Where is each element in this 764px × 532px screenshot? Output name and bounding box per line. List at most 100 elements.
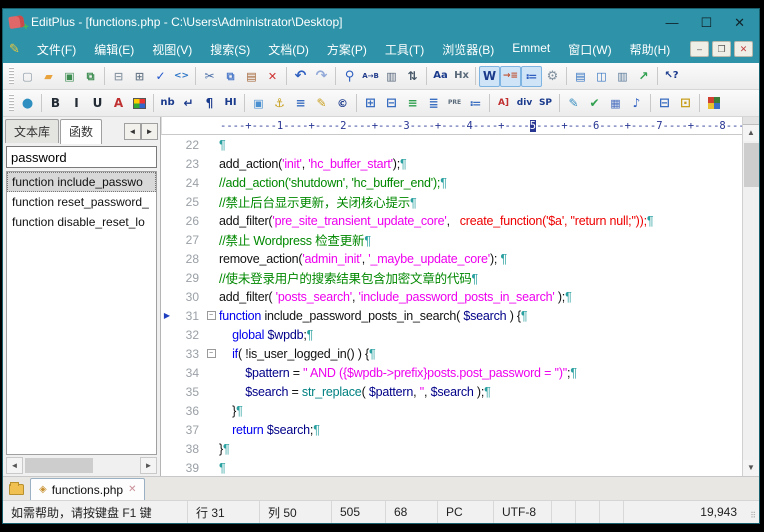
- editor-vscrollbar[interactable]: ▲ ▼: [742, 117, 759, 476]
- menu-浏览器b[interactable]: 浏览器(B): [433, 37, 503, 62]
- code-line[interactable]: 22¶: [161, 135, 742, 154]
- list-button[interactable]: ≔: [465, 93, 486, 114]
- paragraph-button[interactable]: ¶: [199, 93, 220, 114]
- toolbar-grip[interactable]: [9, 94, 14, 112]
- preformatted-button[interactable]: PRE: [444, 93, 465, 114]
- code-line[interactable]: 36 }¶: [161, 401, 742, 420]
- table-properties-button[interactable]: ⊟: [381, 93, 402, 114]
- code-line[interactable]: 35 $search = str_replace( $pattern, '', …: [161, 382, 742, 401]
- music-button[interactable]: ♪: [626, 93, 647, 114]
- line-numbers-button[interactable]: ≔: [521, 66, 542, 87]
- window-list-button[interactable]: ◫: [591, 66, 612, 87]
- heading-button[interactable]: HI: [220, 93, 241, 114]
- toolbar-grip[interactable]: [9, 67, 14, 85]
- tab-close-icon[interactable]: ✕: [128, 484, 136, 495]
- document-tab-functions-php[interactable]: ◈ functions.php ✕: [30, 478, 145, 500]
- print-preview-button[interactable]: ⊟: [108, 66, 129, 87]
- spell-check-button[interactable]: ✓: [150, 66, 171, 87]
- vscroll-thumb[interactable]: [744, 143, 759, 187]
- code-line[interactable]: 24//add_action('shutdown', 'hc_buffer_en…: [161, 173, 742, 192]
- function-list-item[interactable]: function reset_password_: [7, 192, 156, 212]
- menu-文件f[interactable]: 文件(F): [28, 37, 85, 62]
- paste-button[interactable]: ▤: [241, 66, 262, 87]
- hscroll-left-arrow[interactable]: ◄: [6, 457, 23, 474]
- menu-工具t[interactable]: 工具(T): [376, 37, 433, 62]
- word-wrap-button[interactable]: W: [479, 66, 500, 87]
- copy-button[interactable]: ⧉: [220, 66, 241, 87]
- browser-window-button[interactable]: ▥: [612, 66, 633, 87]
- fold-collapse-icon[interactable]: −: [203, 349, 219, 358]
- form-field-button[interactable]: ⊟: [654, 93, 675, 114]
- replace-button[interactable]: A→B: [360, 66, 381, 87]
- menu-编辑e[interactable]: 编辑(E): [85, 37, 143, 62]
- bold-button[interactable]: B: [45, 93, 66, 114]
- hscroll-thumb[interactable]: [25, 458, 93, 473]
- code-line[interactable]: 34 $pattern = " AND ({$wpdb->prefix}post…: [161, 363, 742, 382]
- hex-view-button[interactable]: Hx: [451, 66, 472, 87]
- close-button[interactable]: ✕: [734, 16, 745, 29]
- menu-视图v[interactable]: 视图(V): [143, 37, 201, 62]
- code-line[interactable]: 29//使未登录用户的搜索结果包含加密文章的代码¶: [161, 268, 742, 287]
- menu-方案p[interactable]: 方案(P): [318, 37, 376, 62]
- code-cleanup-button[interactable]: <>: [171, 66, 192, 87]
- split-handle[interactable]: [743, 117, 759, 125]
- div-button[interactable]: div: [514, 93, 535, 114]
- copyright-button[interactable]: ©: [332, 93, 353, 114]
- mdi-close-button[interactable]: ✕: [734, 41, 753, 57]
- preferences-button[interactable]: ⚙: [542, 66, 563, 87]
- browser-button[interactable]: ●: [17, 93, 38, 114]
- table-button[interactable]: ⊞: [360, 93, 381, 114]
- script-edit-button[interactable]: ✎: [563, 93, 584, 114]
- underline-button[interactable]: U: [87, 93, 108, 114]
- image-button[interactable]: ▣: [248, 93, 269, 114]
- vscroll-up-arrow[interactable]: ▲: [743, 125, 759, 141]
- find-button[interactable]: ⚲: [339, 66, 360, 87]
- code-line[interactable]: 30add_filter( 'posts_search', 'include_p…: [161, 287, 742, 306]
- code-line[interactable]: 32 global $wpdb;¶: [161, 325, 742, 344]
- mdi-restore-button[interactable]: ❒: [712, 41, 731, 57]
- check-syntax-button[interactable]: ✔: [584, 93, 605, 114]
- fold-collapse-icon[interactable]: −: [203, 311, 219, 320]
- resize-grip[interactable]: [745, 501, 759, 523]
- save-button[interactable]: ▣: [59, 66, 80, 87]
- font-size-button[interactable]: Aa: [430, 66, 451, 87]
- sort-button[interactable]: ⇅: [402, 66, 423, 87]
- code-line[interactable]: 37 return $search;¶: [161, 420, 742, 439]
- indent-guide-button[interactable]: →≡: [500, 66, 521, 87]
- menu-帮助h[interactable]: 帮助(H): [621, 37, 680, 62]
- function-list-item[interactable]: function include_passwo: [7, 172, 156, 192]
- code-line[interactable]: 39¶: [161, 458, 742, 476]
- context-help-button[interactable]: ↖?: [661, 66, 682, 87]
- code-line[interactable]: 28remove_action('admin_init', '_maybe_up…: [161, 249, 742, 268]
- redo-button[interactable]: ↷: [311, 66, 332, 87]
- maximize-button[interactable]: ☐: [700, 16, 712, 29]
- sp-button[interactable]: SP: [535, 93, 556, 114]
- italic-button[interactable]: I: [66, 93, 87, 114]
- open-file-button[interactable]: ▰: [38, 66, 59, 87]
- function-list-item[interactable]: function disable_reset_lo: [7, 212, 156, 232]
- document-list-button[interactable]: ▤: [570, 66, 591, 87]
- menu-emmet[interactable]: Emmet: [503, 37, 559, 62]
- line-break-button[interactable]: ↵: [178, 93, 199, 114]
- menu-文档d[interactable]: 文档(D): [259, 37, 318, 62]
- hscroll-right-arrow[interactable]: ►: [140, 457, 157, 474]
- note-button[interactable]: ✎: [311, 93, 332, 114]
- code-line[interactable]: 33− if( !is_user_logged_in() ) {¶: [161, 344, 742, 363]
- sidebar-tab-函数[interactable]: 函数: [60, 119, 102, 144]
- print-button[interactable]: ⊞: [129, 66, 150, 87]
- code-line[interactable]: 25//禁止后台显示更新，关闭核心提示¶: [161, 192, 742, 211]
- delete-button[interactable]: ✕: [262, 66, 283, 87]
- object-button[interactable]: [703, 93, 724, 114]
- mdi-minimize-button[interactable]: –: [690, 41, 709, 57]
- code-line[interactable]: 26add_filter('pre_site_transient_update_…: [161, 211, 742, 230]
- folder-icon[interactable]: [9, 484, 24, 495]
- code-line[interactable]: 23add_action('init', 'hc_buffer_start');…: [161, 154, 742, 173]
- editor-pane[interactable]: ----+----1----+----2----+----3----+----4…: [161, 117, 742, 476]
- span-button[interactable]: A]: [493, 93, 514, 114]
- sidebar-hscrollbar[interactable]: ◄ ►: [6, 457, 157, 474]
- anchor-button[interactable]: ⚓: [269, 93, 290, 114]
- code-line[interactable]: ▶31−function include_password_posts_in_s…: [161, 306, 742, 325]
- vscroll-down-arrow[interactable]: ▼: [743, 460, 759, 476]
- code-line[interactable]: 27//禁止 Wordpress 检查更新¶: [161, 230, 742, 249]
- new-document-button[interactable]: ▢: [17, 66, 38, 87]
